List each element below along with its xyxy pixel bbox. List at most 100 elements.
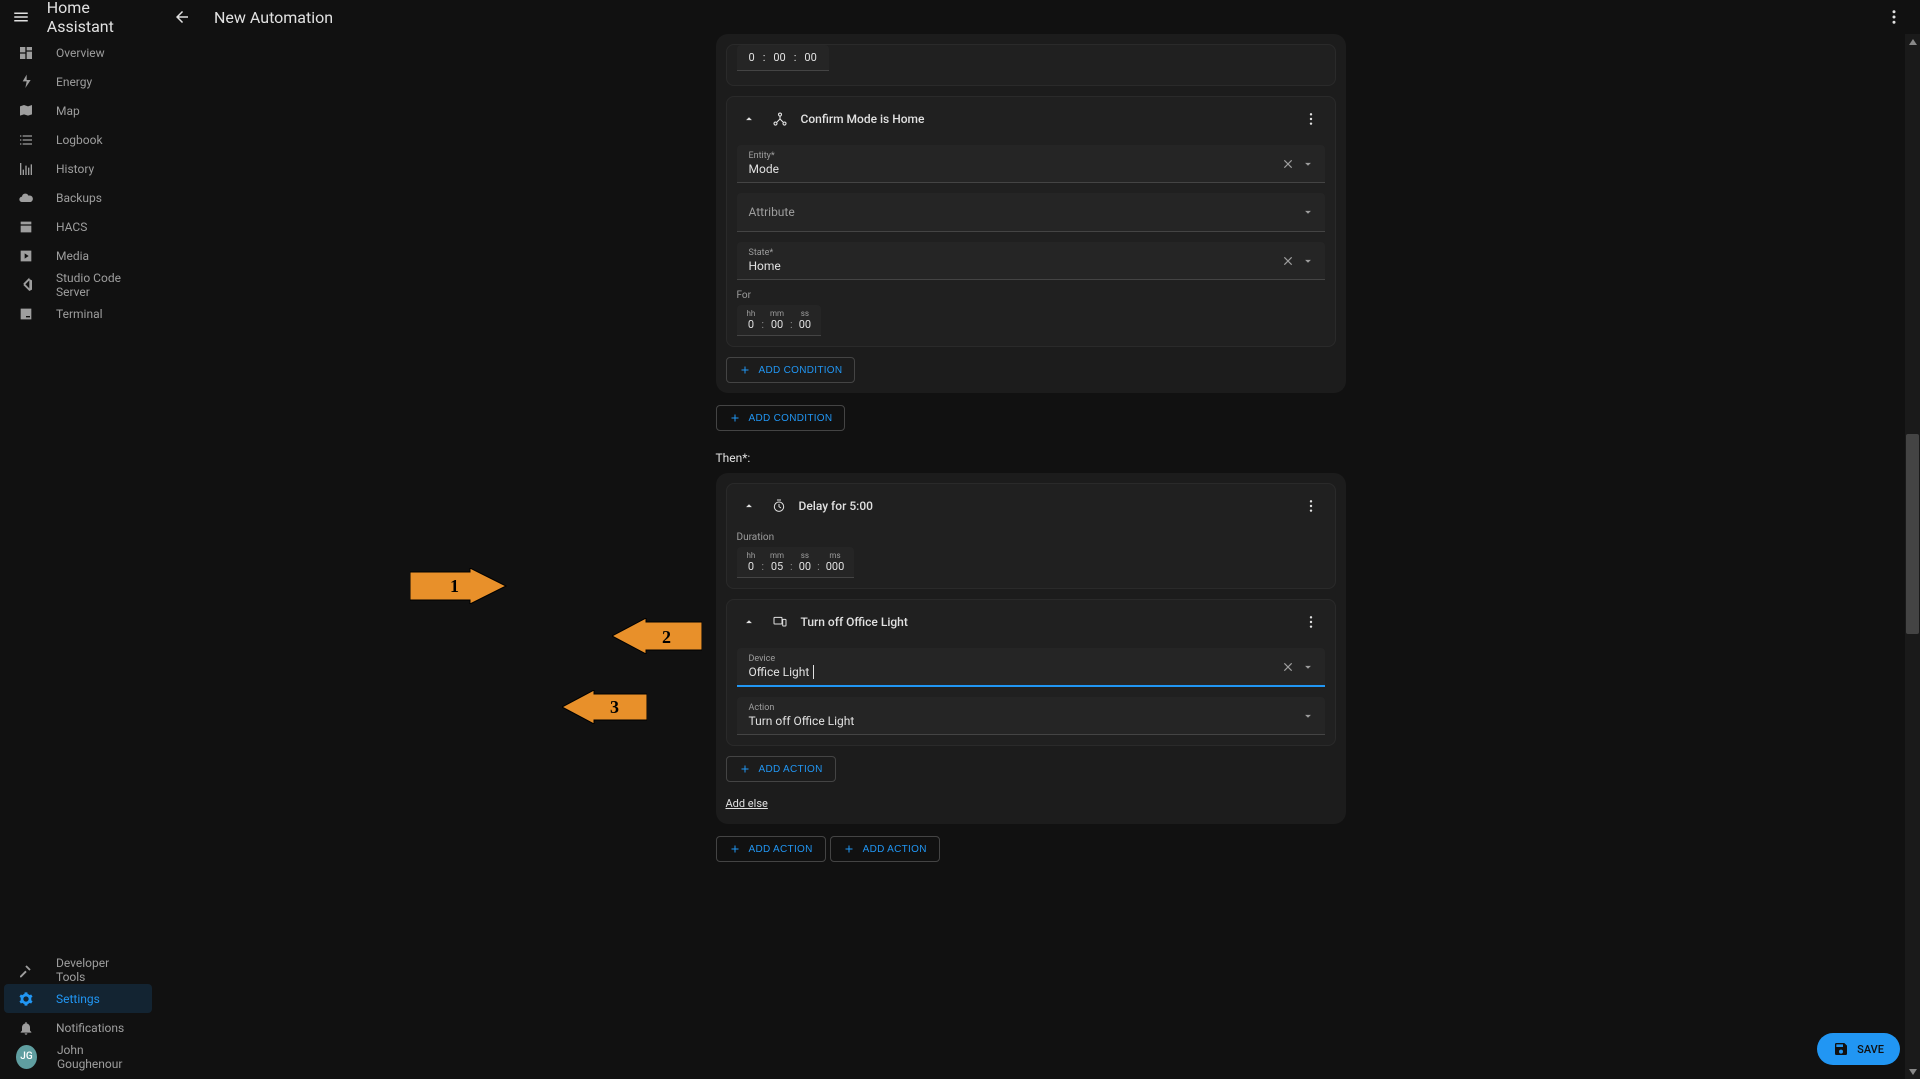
scroll-up-icon[interactable] <box>1905 34 1920 49</box>
attribute-field[interactable]: Attribute <box>737 193 1325 232</box>
topbar: New Automation <box>156 0 1920 34</box>
chart-icon <box>16 159 36 179</box>
entity-field[interactable]: Entity* Mode <box>737 145 1325 183</box>
page-title: New Automation <box>214 8 333 27</box>
collapse-button[interactable] <box>739 612 759 632</box>
sidebar-item-code-server[interactable]: Studio Code Server <box>4 270 152 299</box>
sidebar-item-settings[interactable]: Settings <box>4 984 152 1013</box>
chevron-down-icon[interactable] <box>1301 709 1315 723</box>
action-value: Turn off Office Light <box>749 714 1313 728</box>
sidebar-item-label: Media <box>56 249 89 263</box>
add-action-outer-button[interactable]: ADD ACTION <box>716 836 826 862</box>
sidebar-item-media[interactable]: Media <box>4 241 152 270</box>
sidebar-item-label: Notifications <box>56 1021 124 1035</box>
sidebar-item-label: Logbook <box>56 133 103 147</box>
previous-card-bottom: 0 : 00 : 00 <box>726 44 1336 86</box>
sidebar-item-label: John Goughenour <box>57 1043 140 1071</box>
sidebar-item-label: Developer Tools <box>56 956 140 984</box>
add-condition-outer-button[interactable]: ADD CONDITION <box>716 405 846 431</box>
scrollbar[interactable] <box>1905 34 1920 1079</box>
page-more-button[interactable] <box>1880 3 1908 31</box>
cloud-icon <box>16 188 36 208</box>
sidebar-item-label: Map <box>56 104 80 118</box>
bolt-icon <box>16 72 36 92</box>
state-icon <box>771 110 789 128</box>
gear-icon <box>16 989 36 1009</box>
sidebar-item-label: Overview <box>56 46 105 60</box>
sidebar-item-notifications[interactable]: Notifications <box>4 1013 152 1042</box>
sidebar-item-label: Studio Code Server <box>56 271 140 299</box>
collapse-button[interactable] <box>739 109 759 129</box>
terminal-icon <box>16 304 36 324</box>
sidebar-item-dev-tools[interactable]: Developer Tools <box>4 955 152 984</box>
device-value: Office Light <box>749 665 1313 679</box>
map-icon <box>16 101 36 121</box>
state-value: Home <box>749 259 1313 273</box>
delay-title: Delay for 5:00 <box>799 499 873 513</box>
timer-icon <box>771 498 787 514</box>
card-more-button[interactable] <box>1299 107 1323 131</box>
clear-icon[interactable] <box>1281 157 1295 171</box>
devices-icon <box>771 614 789 630</box>
card-more-button[interactable] <box>1299 610 1323 634</box>
bell-icon <box>16 1018 36 1038</box>
sidebar-item-user[interactable]: JG John Goughenour <box>4 1042 152 1071</box>
then-label: Then*: <box>716 451 1346 465</box>
scroll-down-icon[interactable] <box>1905 1064 1920 1079</box>
sidebar-item-backups[interactable]: Backups <box>4 183 152 212</box>
add-else-link[interactable]: Add else <box>726 793 768 814</box>
for-label: For <box>737 290 1325 301</box>
card-more-button[interactable] <box>1299 494 1323 518</box>
sidebar-nav: Overview Energy Map Logbook History Back… <box>0 34 156 955</box>
list-icon <box>16 130 36 150</box>
vscode-icon <box>16 275 36 295</box>
store-icon <box>16 217 36 237</box>
sidebar-item-map[interactable]: Map <box>4 96 152 125</box>
back-button[interactable] <box>168 3 196 31</box>
add-action-bottom-button[interactable]: ADD ACTION <box>830 836 940 862</box>
entity-value: Mode <box>749 162 1313 176</box>
delay-duration[interactable]: hh0 : mm05 : ss00 : ms000 <box>737 547 855 578</box>
add-action-inner-button[interactable]: ADD ACTION <box>726 756 836 782</box>
clear-icon[interactable] <box>1281 254 1295 268</box>
time-ss: 00 <box>804 51 816 64</box>
hamburger-icon[interactable] <box>12 6 31 28</box>
sidebar-item-label: Terminal <box>56 307 103 321</box>
sidebar-item-energy[interactable]: Energy <box>4 67 152 96</box>
save-button[interactable]: SAVE <box>1817 1033 1900 1065</box>
sidebar-header: Home Assistant <box>0 0 156 34</box>
state-field[interactable]: State* Home <box>737 242 1325 280</box>
actions-outer-card: Delay for 5:00 Duration hh0 : mm05 : ss0… <box>716 473 1346 824</box>
sidebar-item-overview[interactable]: Overview <box>4 38 152 67</box>
sidebar-item-logbook[interactable]: Logbook <box>4 125 152 154</box>
sidebar-item-hacs[interactable]: HACS <box>4 212 152 241</box>
conditions-outer-card: 0 : 00 : 00 Confirm Mode is Home <box>716 34 1346 393</box>
app-title: Home Assistant <box>47 0 144 36</box>
clear-icon[interactable] <box>1281 660 1295 674</box>
duration-label: Duration <box>737 532 1325 543</box>
device-label: Device <box>749 654 1313 664</box>
state-label: State* <box>749 248 1313 258</box>
for-duration[interactable]: hh0 : mm00 : ss00 <box>737 305 822 336</box>
collapse-button[interactable] <box>739 496 759 516</box>
time-hh: 0 <box>749 51 755 64</box>
scroll-thumb[interactable] <box>1906 434 1919 634</box>
chevron-down-icon[interactable] <box>1301 205 1315 219</box>
main-content: 0 : 00 : 00 Confirm Mode is Home <box>156 34 1905 1079</box>
sidebar-bottom: Developer Tools Settings Notifications J… <box>0 955 156 1079</box>
chevron-down-icon[interactable] <box>1301 254 1315 268</box>
attribute-label: Attribute <box>749 199 1313 225</box>
action-label: Action <box>749 703 1313 713</box>
sidebar-item-label: History <box>56 162 94 176</box>
chevron-down-icon[interactable] <box>1301 660 1315 674</box>
play-box-icon <box>16 246 36 266</box>
action-field[interactable]: Action Turn off Office Light <box>737 697 1325 735</box>
sidebar-item-history[interactable]: History <box>4 154 152 183</box>
delay-card: Delay for 5:00 Duration hh0 : mm05 : ss0… <box>726 483 1336 589</box>
hammer-icon <box>16 960 36 980</box>
sidebar-item-terminal[interactable]: Terminal <box>4 299 152 328</box>
device-field[interactable]: Device Office Light <box>737 648 1325 687</box>
add-condition-inner-button[interactable]: ADD CONDITION <box>726 357 856 383</box>
chevron-down-icon[interactable] <box>1301 157 1315 171</box>
time-display[interactable]: 0 : 00 : 00 <box>737 45 829 71</box>
